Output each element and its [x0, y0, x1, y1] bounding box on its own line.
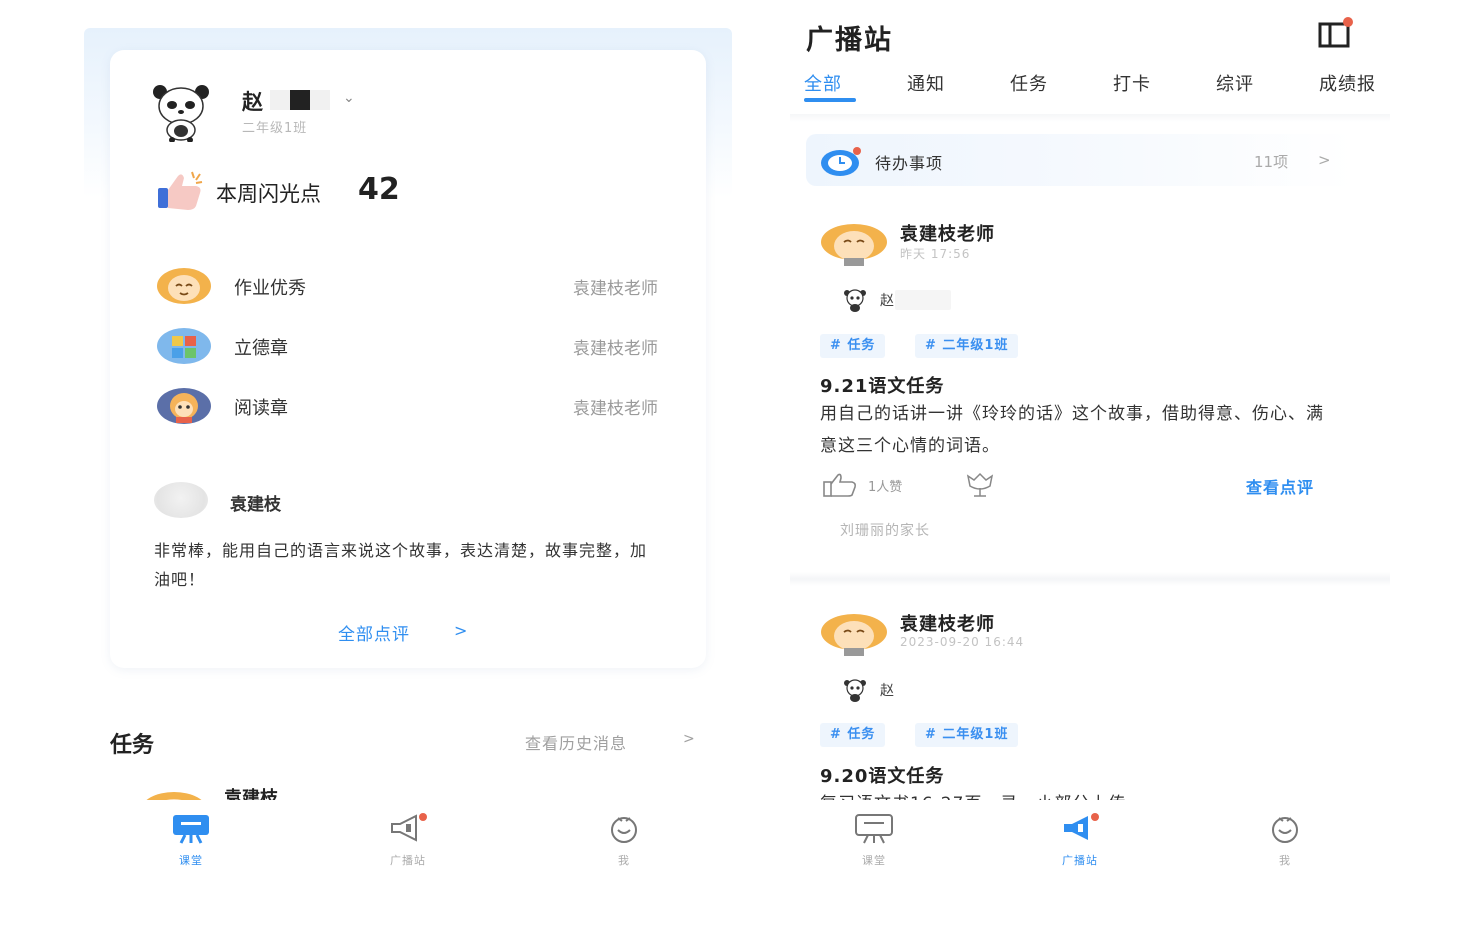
comment-author: 袁建枝: [230, 495, 281, 515]
chevron-down-icon[interactable]: ⌄: [343, 90, 355, 106]
classroom-icon: [173, 815, 209, 844]
liker-name: 刘珊丽的家长: [840, 523, 930, 539]
tab-classroom[interactable]: 课堂: [146, 812, 236, 868]
badge-teacher: 袁建枝老师: [573, 339, 658, 359]
classroom-icon: [855, 814, 893, 844]
monkey-avatar-icon[interactable]: [820, 612, 888, 656]
tab-evaluation[interactable]: 综评: [1216, 70, 1254, 96]
broadcast-tabs: 全部 通知 任务 打卡 综评 成绩报: [804, 70, 1389, 104]
post-target-student: 赵: [880, 293, 894, 309]
chevron-right-icon: >: [1318, 151, 1331, 169]
tab-checkin[interactable]: 打卡: [1113, 70, 1151, 96]
flash-points-value: 42: [358, 172, 400, 207]
tab-me[interactable]: 我: [1240, 812, 1330, 868]
thumbs-up-flash-icon: [158, 171, 203, 210]
monkey-badge-icon: [157, 268, 211, 304]
tab-task[interactable]: 任务: [1010, 70, 1048, 96]
tab-grades[interactable]: 成绩报: [1319, 70, 1376, 96]
badge-label: 立德章: [234, 338, 288, 359]
tag-class[interactable]: # 二年级1班: [915, 723, 1019, 747]
tasks-section-title: 任务: [110, 733, 155, 758]
monkey-avatar-icon[interactable]: [820, 222, 888, 266]
name-redaction: [895, 290, 951, 310]
badge-label: 作业优秀: [234, 278, 306, 299]
clock-todo-icon: [821, 147, 861, 176]
flower-icon[interactable]: [960, 470, 1000, 498]
tab-broadcast[interactable]: 广播站: [1035, 812, 1125, 868]
post-separator: [790, 572, 1390, 586]
badge-row-moral[interactable]: 立德章 袁建枝老师: [156, 326, 676, 366]
tag-task[interactable]: # 任务: [820, 723, 886, 747]
tab-notice[interactable]: 通知: [907, 70, 945, 96]
badge-row-reading[interactable]: 阅读章 袁建枝老师: [156, 386, 676, 426]
badge-teacher: 袁建枝老师: [573, 399, 658, 419]
moral-badge-icon: [157, 328, 211, 364]
active-tab-indicator: [804, 98, 856, 102]
reading-badge-icon: [157, 388, 211, 424]
me-icon: [1272, 817, 1298, 843]
page-title: 广播站: [806, 25, 893, 56]
post-heading: 9.20语文任务: [820, 766, 945, 787]
tab-broadcast[interactable]: 广播站: [363, 812, 453, 868]
badge-teacher: 袁建枝老师: [573, 279, 658, 299]
panda-small-icon: [844, 679, 866, 702]
post-heading: 9.21语文任务: [820, 376, 945, 397]
tag-class[interactable]: # 二年级1班: [915, 334, 1019, 358]
flash-points-label: 本周闪光点: [216, 182, 321, 206]
badge-label: 阅读章: [234, 398, 288, 419]
post-target-student: 赵: [880, 683, 894, 699]
post-teacher-name: 袁建枝老师: [900, 614, 995, 635]
megaphone-icon: [1064, 813, 1099, 840]
megaphone-icon: [391, 813, 427, 842]
history-messages-link[interactable]: 查看历史消息: [525, 730, 627, 754]
user-name[interactable]: 赵: [242, 86, 263, 116]
view-comment-link[interactable]: 查看点评: [1246, 474, 1314, 498]
todo-count: 11项: [1254, 153, 1289, 171]
comment-text: 非常棒，能用自己的语言来说这个故事，表达清楚，故事完整，加油吧！: [154, 541, 648, 589]
all-comments-link[interactable]: 全部点评: [338, 620, 410, 645]
name-redaction-dark: [290, 90, 310, 110]
me-icon: [611, 817, 637, 843]
like-count: 1人赞: [868, 480, 903, 495]
tab-all[interactable]: 全部: [804, 70, 842, 96]
post-time: 昨天 17:56: [900, 247, 971, 261]
chevron-right-icon[interactable]: >: [454, 621, 467, 640]
notebook-icon[interactable]: [1316, 16, 1356, 50]
panda-avatar-icon[interactable]: [150, 80, 212, 142]
tab-me[interactable]: 我: [579, 812, 669, 868]
badge-row-homework[interactable]: 作业优秀 袁建枝老师: [156, 266, 676, 306]
panda-small-icon: [844, 289, 866, 312]
post-time: 2023-09-20 16:44: [900, 635, 1025, 649]
post-body: 用自己的话讲一讲《玲玲的话》这个故事，借助得意、伤心、满意这三个心情的词语。: [820, 404, 1324, 456]
teacher-avatar: [154, 482, 208, 518]
chevron-right-icon[interactable]: >: [683, 731, 695, 747]
tab-classroom[interactable]: 课堂: [829, 812, 919, 868]
section-divider: [790, 114, 1390, 122]
user-class: 二年级1班: [242, 121, 308, 136]
tag-task[interactable]: # 任务: [820, 334, 886, 358]
post-teacher-name: 袁建枝老师: [900, 224, 995, 245]
todo-label: 待办事项: [875, 154, 944, 173]
thumbs-up-icon[interactable]: [822, 472, 858, 498]
